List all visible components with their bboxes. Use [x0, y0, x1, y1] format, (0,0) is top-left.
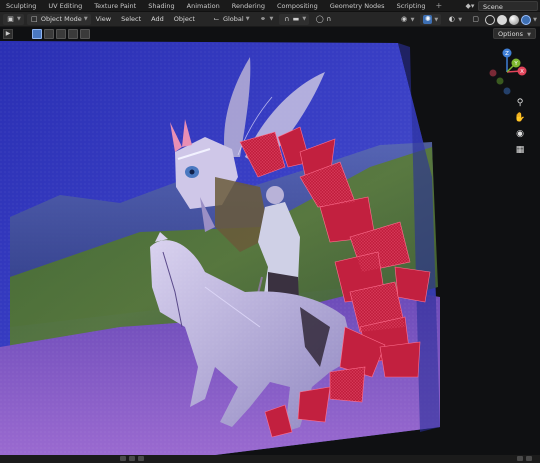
camera-icon[interactable]: ◉: [512, 126, 528, 142]
falloff-curve-icon: ∩: [326, 14, 332, 23]
pan-hand-icon[interactable]: ✋: [512, 110, 528, 126]
select-subtract-icon[interactable]: [56, 29, 66, 39]
workspace-tab-sculpting[interactable]: Sculpting: [0, 0, 42, 12]
axis-neg-z-handle[interactable]: [503, 87, 511, 95]
workspace-tab-rendering[interactable]: Rendering: [226, 0, 271, 12]
chevron-down-icon: ▼: [527, 32, 531, 38]
snap-toggle[interactable]: ∩ ▬ ▼: [279, 13, 310, 25]
object-visibility-dropdown[interactable]: ◉ ▼: [397, 14, 418, 25]
chevron-down-icon: ▼: [434, 16, 439, 23]
status-mouse-icon: [138, 456, 144, 461]
options-dropdown[interactable]: Options ▼: [492, 28, 536, 39]
axis-y-label: Y: [513, 61, 518, 67]
menu-select[interactable]: Select: [116, 15, 146, 23]
select-intersect-icon[interactable]: [80, 29, 90, 39]
chevron-down-icon: ▼: [302, 16, 307, 22]
object-mode-icon: □: [31, 14, 38, 23]
chevron-down-icon: ▼: [17, 16, 21, 22]
workspace-tab-compositing[interactable]: Compositing: [271, 0, 324, 12]
menu-view[interactable]: View: [91, 15, 116, 23]
3d-viewport[interactable]: ▶ Options ▼ Z X Y ⚲ ✋ ◉ ▦: [0, 27, 540, 455]
eye-visibility-icon: ◉: [401, 15, 408, 23]
chevron-down-icon: ▼: [458, 16, 463, 23]
material-preview-icon[interactable]: [509, 14, 520, 25]
axis-x-label: X: [520, 69, 524, 75]
proportional-editing-toggle[interactable]: ◯ ∩: [312, 14, 336, 25]
status-mouse-icon: [120, 456, 126, 461]
viewport-render: [0, 27, 540, 455]
overlays-icon: ◐: [448, 15, 455, 23]
editor-type-button[interactable]: ▣ ▼: [3, 13, 24, 25]
scene-selector: ◆▾ Scene: [462, 0, 540, 12]
viewport-header: ▣ ▼ □ Object Mode ▼ View Select Add Objec…: [0, 12, 540, 27]
object-mode-dropdown[interactable]: □ Object Mode ▼: [26, 13, 91, 25]
select-new-icon[interactable]: [32, 29, 42, 39]
select-extend-icon[interactable]: [44, 29, 54, 39]
rendered-shading-icon[interactable]: [521, 14, 532, 25]
orientation-axes-icon: ⌙: [213, 14, 220, 23]
workspace-tab-texture-paint[interactable]: Texture Paint: [88, 0, 142, 12]
xray-toggle[interactable]: ▢: [468, 14, 483, 25]
toolbar-toggle-icon[interactable]: ▶: [3, 29, 13, 39]
chevron-down-icon: ▼: [269, 16, 274, 22]
wireframe-shading-icon[interactable]: [485, 14, 496, 25]
zoom-icon[interactable]: ⚲: [512, 95, 528, 111]
gizmo-toggle[interactable]: ✺ ▼: [420, 14, 442, 25]
pivot-point-dropdown[interactable]: ⚭ ▼: [256, 14, 277, 25]
status-indicator: [526, 456, 532, 461]
axis-z-label: Z: [505, 51, 509, 57]
grid-toggle-icon[interactable]: ▦: [512, 142, 528, 158]
navigation-gizmo[interactable]: Z X Y: [482, 47, 532, 97]
scene-icon[interactable]: ◆▾: [462, 1, 478, 11]
magnet-icon: ∩: [284, 14, 290, 23]
menu-add[interactable]: Add: [146, 15, 169, 23]
transform-orientation-dropdown[interactable]: ⌙ Global ▼: [209, 14, 253, 25]
workspace-tab-scripting[interactable]: Scripting: [391, 0, 432, 12]
tool-header: ▶ Options ▼: [0, 27, 540, 41]
workspace-bar: Sculpting UV Editing Texture Paint Shadi…: [0, 0, 540, 12]
workspace-tab-geometry-nodes[interactable]: Geometry Nodes: [324, 0, 391, 12]
options-label: Options: [497, 30, 524, 38]
status-mouse-icon: [129, 456, 135, 461]
overlays-toggle[interactable]: ◐ ▼: [444, 14, 465, 25]
axis-neg-y-handle[interactable]: [496, 77, 504, 85]
viewport-header-right: ◉ ▼ ✺ ▼ ◐ ▼ ▢ ▼: [394, 14, 540, 25]
status-bar: [0, 455, 540, 463]
object-mode-label: Object Mode: [40, 15, 82, 23]
solid-shading-icon[interactable]: [497, 14, 508, 25]
pivot-point-icon: ⚭: [260, 14, 266, 23]
chevron-down-icon: ▼: [245, 16, 250, 22]
chevron-down-icon: ▼: [83, 16, 88, 22]
menu-object[interactable]: Object: [169, 15, 200, 23]
shading-options-chevron-icon[interactable]: ▼: [533, 17, 537, 23]
scene-name-field[interactable]: Scene: [478, 1, 538, 11]
cube-icon: ▣: [7, 14, 14, 23]
workspace-tab-uv-editing[interactable]: UV Editing: [42, 0, 88, 12]
xray-icon: ▢: [472, 15, 479, 23]
add-workspace-button[interactable]: +: [431, 1, 446, 10]
chevron-down-icon: ▼: [410, 16, 415, 23]
axis-neg-x-handle[interactable]: [489, 69, 497, 77]
transform-orientation-label: Global: [222, 15, 244, 23]
snap-target-icon: ▬: [292, 14, 300, 23]
proportional-editing-icon: ◯: [315, 14, 324, 23]
status-indicator: [517, 456, 523, 461]
gizmo-icon: ✺: [423, 15, 433, 24]
workspace-tab-animation[interactable]: Animation: [181, 0, 226, 12]
workspace-tab-shading[interactable]: Shading: [142, 0, 180, 12]
select-invert-icon[interactable]: [68, 29, 78, 39]
